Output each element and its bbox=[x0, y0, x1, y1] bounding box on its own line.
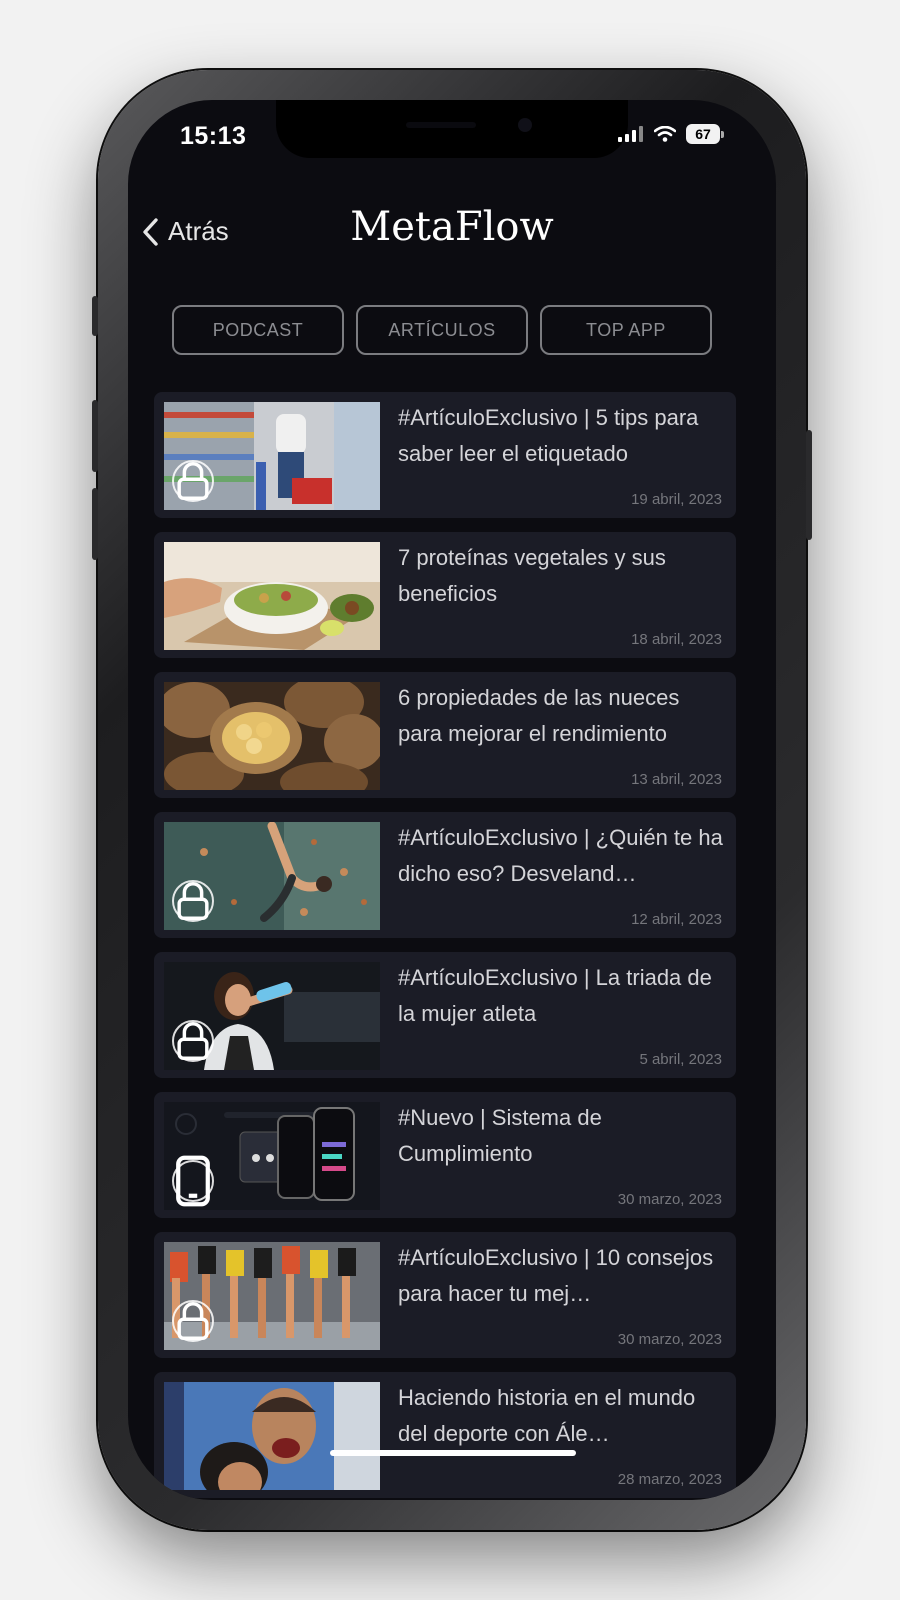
article-card[interactable]: #ArtículoExclusivo | 10 consejos para ha… bbox=[154, 1232, 736, 1358]
article-date: 13 abril, 2023 bbox=[631, 771, 722, 788]
volume-up-button bbox=[92, 400, 98, 472]
article-card[interactable]: 7 proteínas vegetales y sus beneficios 1… bbox=[154, 532, 736, 658]
phone-frame: 15:13 67 Atrás MetaFlow PODCAST ARTÍCULO… bbox=[92, 70, 812, 1530]
signal-icon bbox=[618, 126, 643, 142]
article-date: 18 abril, 2023 bbox=[631, 631, 722, 648]
article-card[interactable]: #ArtículoExclusivo | 5 tips para saber l… bbox=[154, 392, 736, 518]
article-card[interactable]: #Nuevo | Sistema de Cumplimiento 30 marz… bbox=[154, 1092, 736, 1218]
battery-icon: 67 bbox=[686, 124, 724, 144]
article-list: #ArtículoExclusivo | 5 tips para saber l… bbox=[154, 392, 736, 1500]
lock-icon bbox=[172, 880, 214, 922]
volume-down-button bbox=[92, 488, 98, 560]
tab-top-app[interactable]: TOP APP bbox=[540, 305, 712, 355]
article-title: #ArtículoExclusivo | 5 tips para saber l… bbox=[398, 405, 699, 466]
article-title: #ArtículoExclusivo | 10 consejos para ha… bbox=[398, 1245, 714, 1306]
article-date: 12 abril, 2023 bbox=[631, 911, 722, 928]
wifi-icon bbox=[654, 126, 676, 142]
article-thumbnail bbox=[164, 962, 380, 1070]
article-thumbnail bbox=[164, 402, 380, 510]
status-bar: 15:13 67 bbox=[128, 100, 776, 170]
lock-icon bbox=[172, 1020, 214, 1062]
article-thumbnail bbox=[164, 822, 380, 930]
article-card[interactable]: 6 propiedades de las nueces para mejorar… bbox=[154, 672, 736, 798]
article-date: 5 abril, 2023 bbox=[639, 1051, 722, 1068]
article-thumbnail bbox=[164, 1382, 380, 1490]
screen: 15:13 67 Atrás MetaFlow PODCAST ARTÍCULO… bbox=[128, 100, 776, 1500]
article-card[interactable]: Haciendo historia en el mundo del deport… bbox=[154, 1372, 736, 1498]
lock-icon bbox=[172, 1300, 214, 1342]
nav-bar: Atrás MetaFlow bbox=[128, 200, 776, 270]
article-date: 28 marzo, 2023 bbox=[617, 1471, 722, 1488]
article-thumbnail bbox=[164, 1242, 380, 1350]
phone-icon bbox=[172, 1155, 214, 1207]
article-thumbnail bbox=[164, 1102, 380, 1210]
article-title: #ArtículoExclusivo | La triada de la muj… bbox=[398, 965, 712, 1026]
article-card[interactable]: #ArtículoExclusivo | La triada de la muj… bbox=[154, 952, 736, 1078]
home-indicator[interactable] bbox=[330, 1450, 576, 1456]
power-button bbox=[806, 430, 812, 540]
article-title: Haciendo historia en el mundo del deport… bbox=[398, 1385, 696, 1446]
action-button bbox=[92, 296, 98, 336]
article-thumbnail bbox=[164, 542, 380, 650]
category-tabs: PODCAST ARTÍCULOS TOP APP bbox=[172, 305, 712, 355]
status-time: 15:13 bbox=[180, 122, 247, 150]
article-title: #ArtículoExclusivo | ¿Quién te ha dicho … bbox=[398, 825, 723, 886]
lock-icon bbox=[172, 460, 214, 502]
tab-articulos[interactable]: ARTÍCULOS bbox=[356, 305, 528, 355]
article-title: 7 proteínas vegetales y sus beneficios bbox=[398, 545, 666, 606]
article-thumbnail bbox=[164, 682, 380, 790]
article-title: #Nuevo | Sistema de Cumplimiento bbox=[398, 1105, 602, 1166]
article-card[interactable]: #ArtículoExclusivo | ¿Quién te ha dicho … bbox=[154, 812, 736, 938]
app-title: MetaFlow bbox=[350, 204, 554, 250]
article-date: 30 marzo, 2023 bbox=[617, 1331, 722, 1348]
article-date: 19 abril, 2023 bbox=[631, 491, 722, 508]
tab-podcast[interactable]: PODCAST bbox=[172, 305, 344, 355]
article-date: 30 marzo, 2023 bbox=[617, 1191, 722, 1208]
status-icons: 67 bbox=[618, 124, 724, 144]
article-title: 6 propiedades de las nueces para mejorar… bbox=[398, 685, 680, 746]
